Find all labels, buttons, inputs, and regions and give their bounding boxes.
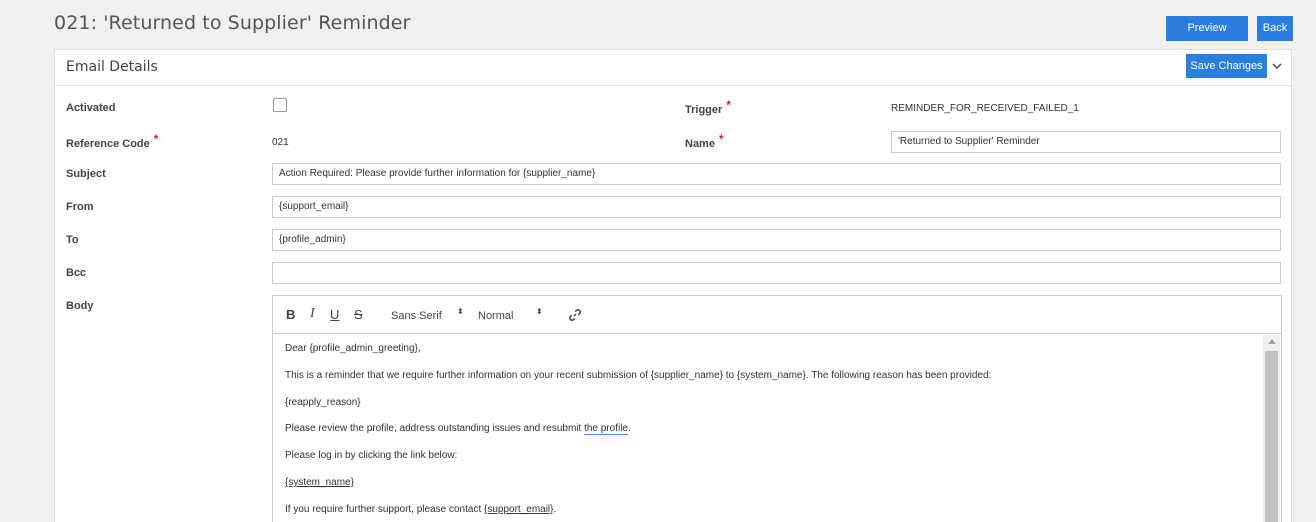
required-marker: * [718,132,724,146]
panel-header: Email Details Save Changes [55,50,1291,86]
support-email-link[interactable]: {support_email} [484,504,554,515]
body-line: {reapply_reason} [285,397,361,408]
underline-button[interactable]: U [330,307,339,322]
page-title: 021: 'Returned to Supplier' Reminder [54,12,411,34]
from-input[interactable]: {support_email} [272,196,1281,218]
system-name-link[interactable]: {system_name} [285,477,354,488]
body-line: This is a reminder that we require furth… [285,370,992,381]
link-icon[interactable] [568,308,582,322]
scrollbar-thumb[interactable] [1265,351,1278,522]
bcc-input[interactable] [272,262,1281,284]
trigger-label: Trigger * [685,98,731,116]
body-line: Dear {profile_admin_greeting}, [285,343,421,354]
font-size-select[interactable]: Normal [478,310,513,322]
required-marker: * [153,132,159,146]
reference-code-value: 021 [272,137,289,148]
trigger-value: REMINDER_FOR_RECEIVED_FAILED_1 [891,103,1079,114]
strikethrough-button[interactable]: S [354,307,363,322]
body-label: Body [66,300,94,312]
save-changes-button[interactable]: Save Changes [1186,54,1267,78]
from-label: From [66,201,94,213]
body-line: Please review the profile, address outst… [285,423,631,435]
body-line: Please log in by clicking the link below… [285,450,458,461]
bold-button[interactable]: B [286,307,295,322]
subject-input[interactable]: Action Required: Please provide further … [272,163,1281,185]
body-line: {system_name} [285,477,354,488]
name-label: Name * [685,132,724,150]
to-label: To [66,234,79,246]
body-line: If you require further support, please c… [285,504,557,515]
panel-title: Email Details [66,59,158,75]
bcc-label: Bcc [66,267,87,279]
subject-label: Subject [66,168,106,180]
to-input[interactable]: {profile_admin} [272,229,1281,251]
spellcheck-underline: the profile [584,423,628,435]
scroll-up-arrow-icon[interactable] [1268,339,1276,344]
email-details-panel: Email Details Save Changes Activated Tri… [54,49,1292,522]
activated-label: Activated [66,102,116,114]
back-button[interactable]: Back [1257,16,1293,41]
editor-scrollbar[interactable] [1263,335,1280,522]
preview-email-button[interactable]: Preview Email [1166,16,1248,59]
font-select-arrows-icon: ⬍ [457,307,464,316]
size-select-arrows-icon: ⬍ [536,307,543,316]
font-family-select[interactable]: Sans Serif [391,310,442,322]
reference-code-label: Reference Code * [66,132,159,150]
activated-checkbox[interactable] [273,98,287,112]
chevron-down-icon[interactable] [1270,59,1284,73]
italic-button[interactable]: I [310,306,315,322]
editor-toolbar: B I U S Sans Serif ⬍ Normal ⬍ [273,296,1281,334]
body-editor: B I U S Sans Serif ⬍ Normal ⬍ Dear {prof… [272,295,1282,522]
name-input[interactable]: 'Returned to Supplier' Reminder [891,131,1281,153]
required-marker: * [726,98,731,112]
